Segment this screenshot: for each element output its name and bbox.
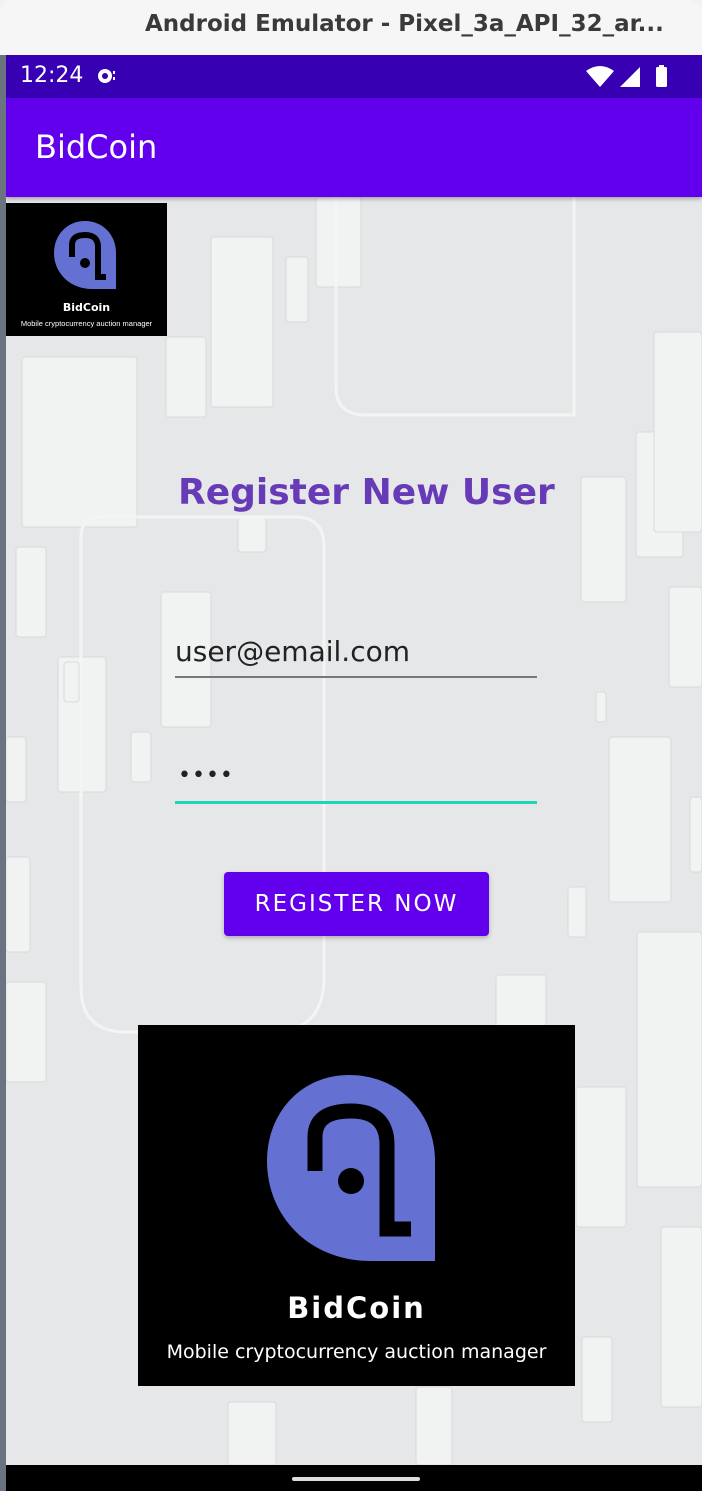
page-title: Register New User	[178, 472, 555, 513]
footer-logo: BidCoin Mobile cryptocurrency auction ma…	[138, 1025, 575, 1386]
notification-icon	[98, 69, 115, 83]
password-input[interactable]: ••••	[178, 763, 234, 788]
wifi-icon	[586, 66, 614, 87]
home-gesture-handle[interactable]	[292, 1477, 420, 1481]
status-bar: 12:24	[6, 55, 702, 98]
navigation-bar	[6, 1465, 702, 1491]
logo-name: BidCoin	[287, 1291, 426, 1325]
register-button[interactable]: Register Now	[224, 872, 489, 936]
logo-tagline: Mobile cryptocurrency auction manager	[20, 319, 153, 328]
logo-tagline: Mobile cryptocurrency auction manager	[166, 1341, 547, 1363]
emulator-title: Android Emulator - Pixel_3a_API_32_ar...	[145, 11, 664, 37]
status-time: 12:24	[20, 63, 84, 88]
signal-icon	[620, 67, 640, 87]
header-logo: BidCoin Mobile cryptocurrency auction ma…	[6, 203, 167, 336]
email-field[interactable]	[175, 630, 537, 678]
bidcoin-logo-icon	[267, 1075, 435, 1261]
battery-icon	[656, 67, 667, 87]
bidcoin-logo-icon	[54, 221, 116, 289]
phone-screen: 12:24 BidCoin BidCoin Mobile cryptocurre…	[6, 55, 702, 1491]
emulator-title-bar: Android Emulator - Pixel_3a_API_32_ar...	[0, 0, 702, 55]
email-input[interactable]	[175, 630, 537, 676]
system-status-icons	[586, 65, 667, 87]
app-bar: BidCoin	[6, 98, 702, 197]
logo-name: BidCoin	[62, 301, 111, 314]
password-field[interactable]: ••••	[175, 755, 537, 804]
app-title: BidCoin	[35, 128, 158, 166]
